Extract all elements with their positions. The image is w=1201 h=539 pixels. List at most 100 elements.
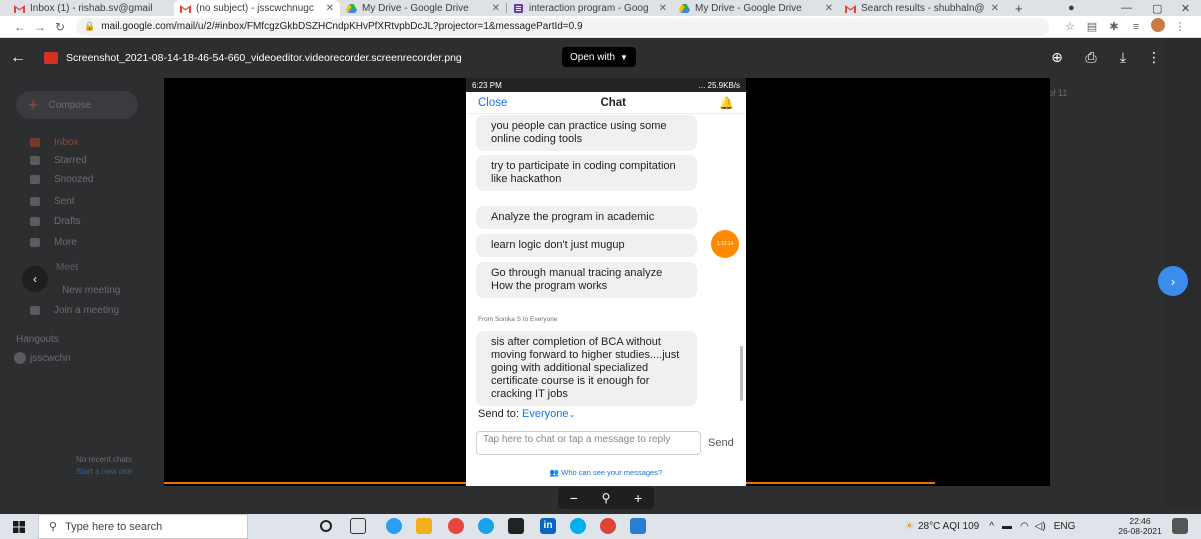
send-button[interactable]: Send bbox=[708, 437, 734, 449]
open-with-button[interactable]: Open with ▼ bbox=[562, 47, 636, 67]
chat-message[interactable]: try to participate in coding compitation… bbox=[476, 155, 697, 191]
address-bar[interactable]: 🔒 mail.google.com/mail/u/2/#inbox/FMfcgz… bbox=[76, 17, 1049, 36]
file-explorer-icon[interactable] bbox=[416, 518, 432, 534]
avatar bbox=[14, 352, 26, 364]
chevron-down-icon: ⌄ bbox=[568, 410, 576, 419]
close-window-icon[interactable]: ✕ bbox=[1181, 0, 1190, 16]
cortana-icon[interactable] bbox=[320, 520, 332, 532]
close-tab-icon[interactable]: ✕ bbox=[991, 3, 999, 14]
word-icon[interactable] bbox=[630, 518, 646, 534]
no-recent-chats: No recent chats bbox=[76, 455, 133, 464]
next-attachment-button[interactable]: › bbox=[1158, 266, 1188, 296]
tray-overflow-icon[interactable]: ^ bbox=[989, 521, 994, 532]
tab-inbox[interactable]: Inbox (1) - rishab.sv@gmail bbox=[8, 0, 174, 16]
close-tab-icon[interactable]: ✕ bbox=[492, 3, 500, 14]
download-icon[interactable]: ⤓ bbox=[1114, 49, 1132, 66]
zoom-in-button[interactable]: + bbox=[634, 490, 642, 506]
previous-attachment-button[interactable]: ‹ bbox=[22, 266, 48, 292]
who-can-see-link[interactable]: 👥 Who can see your messages? bbox=[466, 468, 746, 477]
draft-icon bbox=[30, 217, 40, 226]
clock-time: 22:46 bbox=[1129, 516, 1151, 526]
close-chat-button[interactable]: Close bbox=[478, 97, 507, 109]
linkedin-icon[interactable]: in bbox=[540, 518, 556, 534]
nav-more: More bbox=[30, 237, 77, 248]
back-arrow-icon[interactable]: ← bbox=[10, 20, 30, 34]
tab-title: Inbox (1) - rishab.sv@gmail bbox=[30, 2, 153, 14]
bookmark-star-icon[interactable]: ☆ bbox=[1059, 20, 1081, 33]
system-tray: ☀ 28°C AQI 109 ^ ▬ ◠ ◁) ENG bbox=[905, 514, 1075, 539]
chrome-menu-dot-icon[interactable]: ● bbox=[1068, 0, 1075, 16]
windows-start-button[interactable] bbox=[0, 514, 38, 539]
close-tab-icon[interactable]: ✕ bbox=[825, 3, 833, 14]
chat-message[interactable]: Go through manual tracing analyze How th… bbox=[476, 262, 697, 298]
zoom-magnifier-icon[interactable]: ⚲ bbox=[602, 491, 611, 505]
tab-search-results[interactable]: Search results - shubhaln@ ✕ bbox=[839, 0, 1005, 16]
phone-status-right: ... 25.9KB/s bbox=[698, 80, 740, 90]
lock-icon: 🔒 bbox=[84, 21, 96, 31]
edge-icon[interactable] bbox=[386, 518, 402, 534]
gmail-icon bbox=[845, 4, 856, 13]
maximize-icon[interactable]: ▢ bbox=[1152, 0, 1162, 16]
notifications-icon[interactable] bbox=[1172, 518, 1188, 534]
task-view-icon[interactable] bbox=[350, 518, 366, 534]
chrome-icon[interactable] bbox=[600, 518, 616, 534]
new-tab-button[interactable]: + bbox=[1015, 1, 1023, 16]
chat-message[interactable]: sis after completion of BCA without movi… bbox=[476, 331, 697, 406]
nav-starred: Starred bbox=[30, 155, 87, 166]
chevron-down-icon bbox=[30, 238, 40, 247]
compose-label: Compose bbox=[48, 99, 92, 111]
nav-label: Join a meeting bbox=[54, 305, 120, 316]
join-meeting-item: Join a meeting bbox=[30, 305, 119, 316]
puzzle-icon[interactable]: ✱ bbox=[1103, 20, 1125, 33]
send-to-selector[interactable]: Send to: Everyone⌄ bbox=[478, 408, 575, 420]
firefox-icon[interactable] bbox=[448, 518, 464, 534]
chat-message[interactable]: learn logic don't just mugup bbox=[476, 234, 697, 257]
gmail-icon bbox=[180, 4, 191, 13]
inbox-icon bbox=[30, 138, 40, 147]
file-name: Screenshot_2021-08-14-18-46-54-660_video… bbox=[66, 52, 462, 64]
chat-scrollbar[interactable] bbox=[740, 346, 743, 401]
nav-sent: Sent bbox=[30, 196, 75, 207]
tab-my-drive[interactable]: My Drive - Google Drive ✕ bbox=[340, 0, 506, 16]
tab-my-drive-2[interactable]: My Drive - Google Drive ✕ bbox=[673, 0, 839, 16]
tab-no-subject[interactable]: (no subject) - jsscwchnugc ✕ bbox=[174, 0, 340, 16]
store-icon[interactable] bbox=[508, 518, 524, 534]
bell-icon[interactable]: 🔔 bbox=[719, 96, 734, 110]
taskbar-clock[interactable]: 22:46 26-08-2021 bbox=[1117, 516, 1163, 536]
nav-drafts: Drafts bbox=[30, 216, 81, 227]
zoom-controls: − ⚲ + bbox=[558, 487, 654, 509]
tab-interaction-program[interactable]: interaction program - Goog ✕ bbox=[507, 0, 673, 16]
reading-list-icon[interactable]: ≡ bbox=[1125, 21, 1147, 33]
weather-text[interactable]: 28°C AQI 109 bbox=[918, 521, 979, 532]
wifi-icon[interactable]: ◠ bbox=[1020, 521, 1029, 532]
search-icon: ⚲ bbox=[49, 521, 58, 533]
search-placeholder: Type here to search bbox=[65, 520, 163, 533]
zoom-out-button[interactable]: − bbox=[570, 490, 578, 506]
minimize-icon[interactable]: — bbox=[1121, 0, 1132, 16]
language-indicator[interactable]: ENG bbox=[1054, 521, 1076, 532]
print-icon[interactable]: ⎙ bbox=[1082, 49, 1100, 66]
close-tab-icon[interactable]: ✕ bbox=[326, 3, 334, 14]
volume-icon[interactable]: ◁) bbox=[1035, 521, 1046, 532]
chat-input[interactable]: Tap here to chat or tap a message to rep… bbox=[476, 431, 701, 455]
nav-label: More bbox=[54, 237, 77, 248]
taskbar-search[interactable]: ⚲ Type here to search bbox=[38, 514, 248, 539]
edge-chromium-icon[interactable] bbox=[478, 518, 494, 534]
compose-button: + Compose bbox=[16, 91, 138, 119]
image-file-icon bbox=[44, 52, 58, 64]
close-tab-icon[interactable]: ✕ bbox=[659, 3, 667, 14]
nav-label: Inbox bbox=[54, 137, 79, 148]
profile-avatar-icon[interactable] bbox=[1147, 18, 1169, 35]
chat-message[interactable]: you people can practice using some onlin… bbox=[476, 115, 697, 151]
extension-icon[interactable]: ▤ bbox=[1081, 20, 1103, 33]
chrome-menu-icon[interactable]: ⋮ bbox=[1169, 20, 1191, 33]
network-icon[interactable]: ▬ bbox=[1002, 521, 1012, 532]
chat-message[interactable]: Analyze the program in academic bbox=[476, 206, 697, 229]
back-arrow-icon[interactable]: ← bbox=[10, 49, 32, 67]
hangouts-user-name: jsscwchn bbox=[30, 352, 71, 364]
more-options-icon[interactable]: ⋮ bbox=[1145, 49, 1163, 66]
skype-icon[interactable] bbox=[570, 518, 586, 534]
forward-arrow-icon[interactable]: → bbox=[30, 20, 50, 34]
add-to-drive-icon[interactable]: ⊕ bbox=[1048, 49, 1066, 66]
reload-icon[interactable]: ↻ bbox=[50, 20, 70, 34]
